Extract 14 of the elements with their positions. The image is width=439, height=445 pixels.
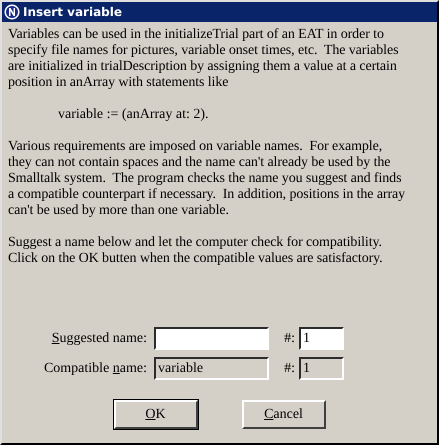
number-field[interactable]: 1 xyxy=(299,327,344,350)
field-label: Compatible name: xyxy=(42,360,148,376)
number-label: #: xyxy=(283,330,296,346)
ok-button[interactable]: OK xyxy=(114,400,198,429)
field-label: Suggested name: xyxy=(50,330,148,346)
window-title: Insert variable xyxy=(23,5,122,19)
number-label: #: xyxy=(283,360,296,376)
app-logo-icon xyxy=(4,4,20,20)
instruction-paragraph: Suggest a name below and let the computer check for compatibility. Click on the OK butten when the compatible values are satisfactory. xyxy=(8,235,384,267)
instruction-paragraph: Variables can be used in the initializeTrial part of an EAT in order to specify file names for pictures, variable onset times, etc. The variables are initialized in trialDescription by assigning them a value at a certain position in anArray with statements like xyxy=(8,27,400,91)
instruction-paragraph: Various requirements are imposed on variable names. For example, they can not contain spaces and the name can't already be used by the Smalltalk system. The program checks the name you suggest and finds a compatible counterpart if necessary. In addition, positions in the array can't be used by more than one variable. xyxy=(8,139,406,219)
code-example: variable := (anArray at: 2). xyxy=(58,107,210,123)
cancel-button[interactable]: Cancel xyxy=(242,400,326,429)
name-field[interactable] xyxy=(154,327,269,350)
